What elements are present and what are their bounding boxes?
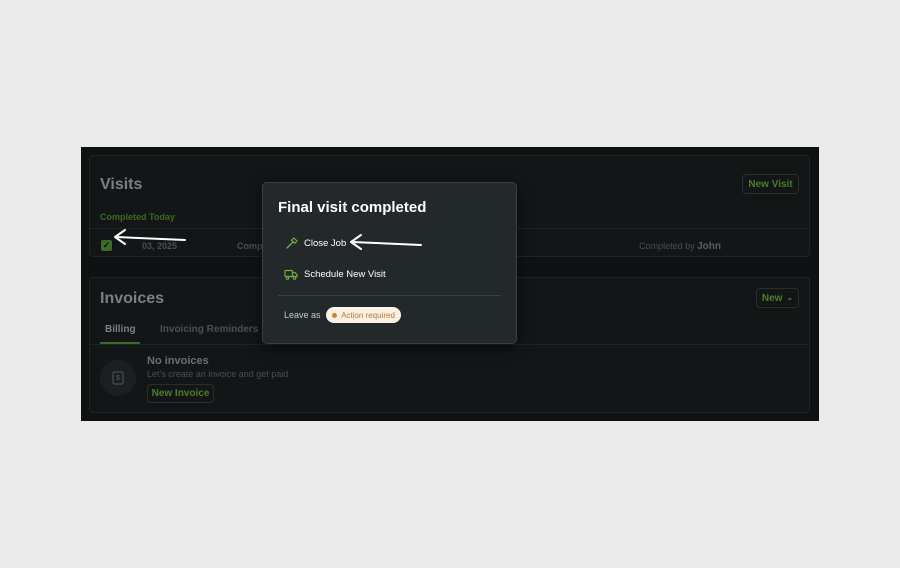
truck-icon [284, 268, 298, 280]
hammer-icon [284, 237, 298, 249]
invoices-title: Invoices [100, 290, 165, 307]
annotation-arrow-checkbox-icon [114, 229, 186, 245]
completed-today-label: Completed Today [100, 212, 175, 222]
action-required-badge[interactable]: Action required [326, 307, 401, 323]
close-job-label: Close Job [304, 237, 347, 249]
invoices-divider [90, 344, 809, 345]
new-label: New [761, 292, 783, 304]
screenshot-frame: Visits New Visit Completed Today ✓ 03, 2… [0, 0, 900, 568]
new-invoice-dropdown-button[interactable]: New ⌄ [756, 288, 799, 308]
schedule-new-visit-label: Schedule New Visit [304, 268, 386, 280]
status-dot-icon [332, 312, 338, 318]
close-job-option[interactable]: Close Job [284, 237, 346, 249]
empty-state-heading: No invoices [147, 355, 209, 367]
leave-as-label: Leave as [284, 310, 321, 320]
annotation-arrow-close-job-icon [350, 234, 422, 250]
completed-by-name: John [697, 241, 721, 252]
completed-by-label: Completed by [639, 241, 695, 251]
empty-state-subtext: Let's create an invoice and get paid [147, 369, 289, 379]
dollar-sign: $ [116, 374, 120, 382]
visit-status: Comp [237, 241, 263, 251]
action-required-label: Action required [341, 310, 395, 320]
new-visit-button[interactable]: New Visit [742, 174, 799, 194]
tab-invoicing-reminders[interactable]: Invoicing Reminders [160, 324, 258, 335]
invoice-icon: $ [100, 360, 136, 396]
visits-title: Visits [100, 176, 143, 193]
schedule-new-visit-option[interactable]: Schedule New Visit [284, 268, 386, 280]
visit-completed-by: Completed by John [639, 241, 721, 252]
new-invoice-button[interactable]: New Invoice [147, 384, 214, 403]
final-visit-popover: Final visit completed Close Job Schedule [262, 182, 517, 344]
popover-divider [278, 295, 501, 296]
chevron-down-icon: ⌄ [786, 293, 794, 302]
popover-title: Final visit completed [278, 199, 427, 216]
visit-complete-checkbox[interactable]: ✓ [101, 240, 112, 251]
tab-billing[interactable]: Billing [105, 324, 136, 335]
